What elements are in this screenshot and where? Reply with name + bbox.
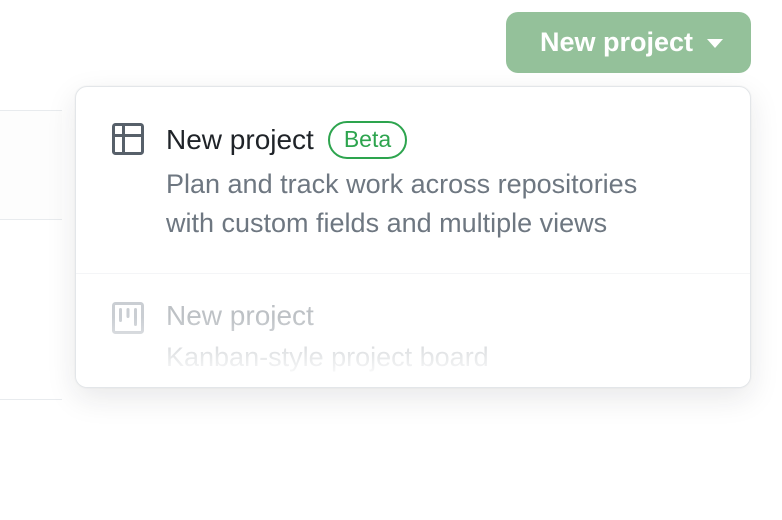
menu-item-body: New project Kanban-style project board — [166, 300, 714, 377]
menu-item-new-project-beta[interactable]: New project Beta Plan and track work acr… — [76, 87, 750, 273]
menu-item-new-project-classic[interactable]: New project Kanban-style project board — [76, 273, 750, 387]
menu-item-title-row: New project Beta — [166, 121, 714, 159]
new-project-button[interactable]: New project — [506, 12, 751, 73]
table-icon — [112, 123, 144, 155]
menu-item-description: Plan and track work across repositories … — [166, 165, 646, 243]
new-project-dropdown: New project Beta Plan and track work acr… — [75, 86, 751, 388]
caret-down-icon — [707, 39, 723, 48]
project-board-icon — [112, 302, 144, 334]
background-panel-stub — [0, 110, 62, 220]
background-panel-stub — [0, 220, 62, 400]
beta-badge: Beta — [328, 121, 407, 159]
new-project-button-label: New project — [540, 27, 693, 58]
menu-item-body: New project Beta Plan and track work acr… — [166, 121, 714, 243]
menu-item-title-row: New project — [166, 300, 714, 332]
menu-item-description: Kanban-style project board — [166, 338, 646, 377]
menu-item-title: New project — [166, 124, 314, 156]
menu-item-title: New project — [166, 300, 314, 332]
